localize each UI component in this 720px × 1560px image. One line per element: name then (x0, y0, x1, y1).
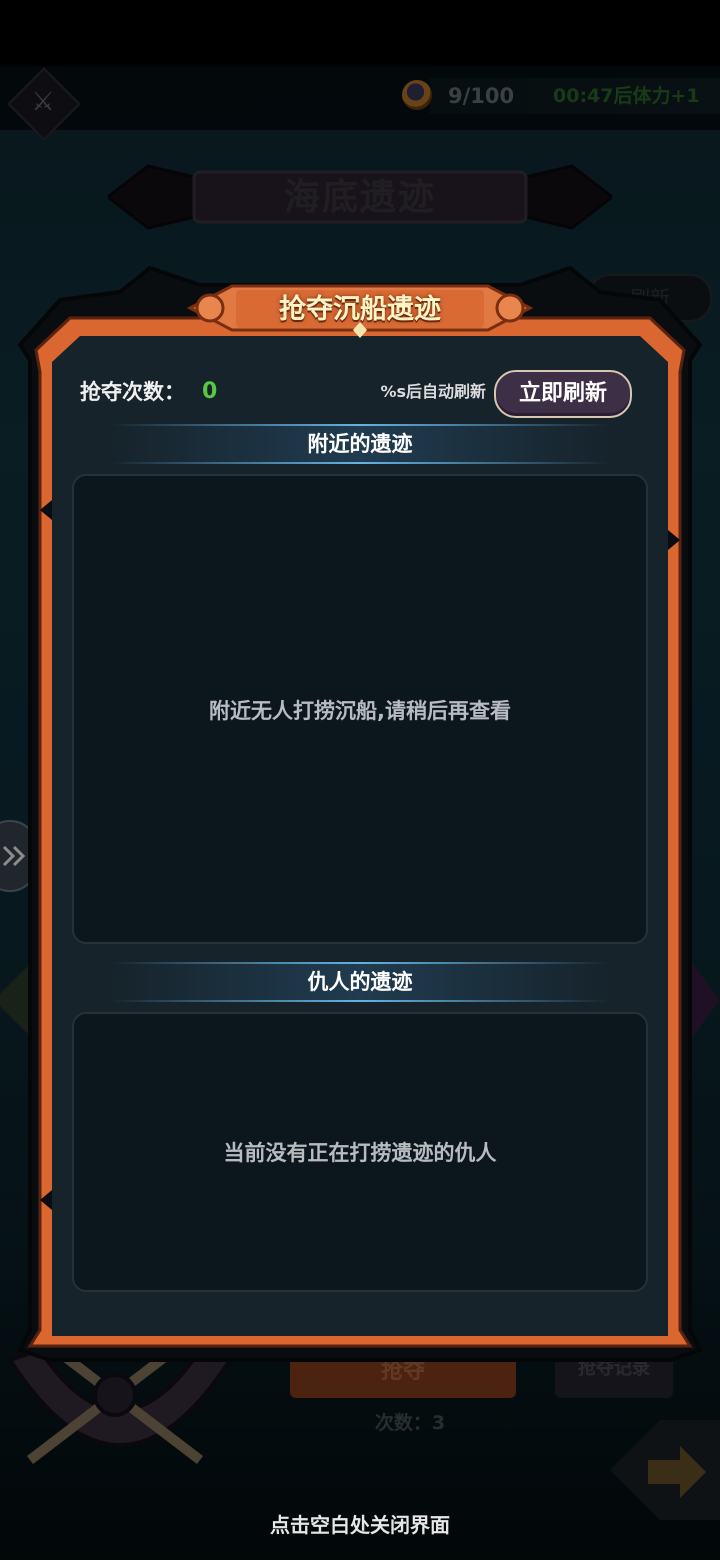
nearby-empty-text: 附近无人打捞沉船,请稍后再查看 (209, 699, 511, 723)
nearby-section-header: 附近的遗迹 (110, 424, 610, 464)
enemy-list: 当前没有正在打捞遗迹的仇人 (72, 1012, 648, 1292)
rob-count-value: 0 (202, 379, 218, 404)
refresh-now-button[interactable]: 立即刷新 (494, 370, 632, 418)
close-hint: 点击空白处关闭界面 (270, 1513, 450, 1537)
auto-refresh-text: %s后自动刷新 (380, 382, 486, 401)
enemy-empty-text: 当前没有正在打捞遗迹的仇人 (223, 1141, 497, 1165)
enemy-section-header: 仇人的遗迹 (110, 962, 610, 1002)
dialog-title: 抢夺沉船遗迹 (279, 294, 441, 325)
rob-count-label: 抢夺次数： (80, 380, 185, 404)
nearby-list: 附近无人打捞沉船,请稍后再查看 (72, 474, 648, 944)
